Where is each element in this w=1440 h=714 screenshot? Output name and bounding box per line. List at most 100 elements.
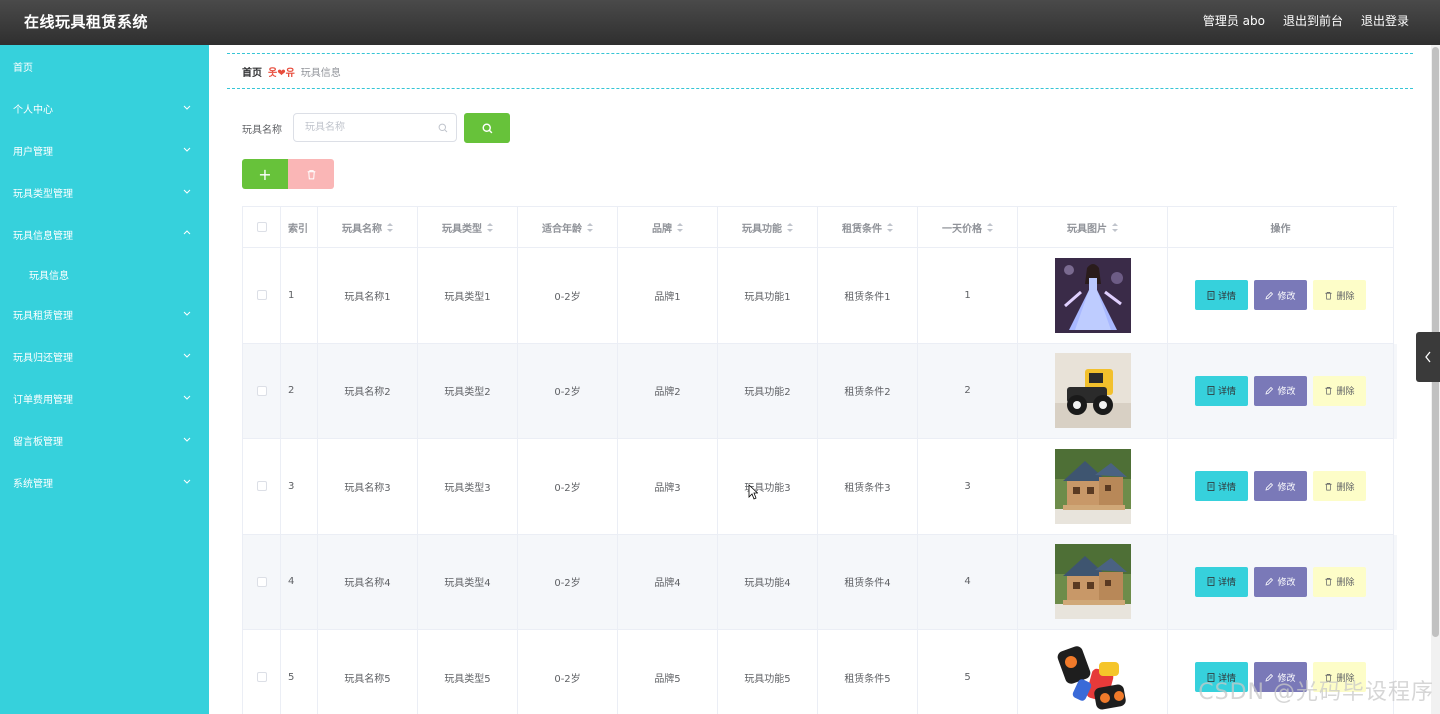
edit-button[interactable]: 修改 bbox=[1254, 566, 1307, 597]
delete-button[interactable]: 删除 bbox=[1313, 280, 1366, 311]
cell-rental-condition: 租赁条件5 bbox=[818, 630, 918, 714]
delete-button[interactable]: 删除 bbox=[1313, 566, 1366, 597]
cell-operations: 详情 修改 删除 bbox=[1168, 248, 1394, 344]
cell-toy-type: 玩具类型4 bbox=[418, 534, 518, 630]
sort-icon[interactable] bbox=[1112, 222, 1118, 232]
sidebar-item-toy-type-management[interactable]: 玩具类型管理 bbox=[0, 171, 209, 213]
sidebar-item-message-board-management[interactable]: 留言板管理 bbox=[0, 419, 209, 461]
header-toy-type[interactable]: 玩具类型 bbox=[418, 207, 518, 248]
detail-button[interactable]: 详情 bbox=[1195, 280, 1248, 311]
edit-icon bbox=[1265, 291, 1274, 300]
toy-thumbnail[interactable] bbox=[1054, 544, 1131, 620]
batch-delete-button[interactable] bbox=[288, 159, 334, 189]
cell-age: 0-2岁 bbox=[518, 343, 618, 439]
sidebar-item-toy-info-management[interactable]: 玩具信息管理 bbox=[0, 213, 209, 255]
chevron-up-icon bbox=[183, 230, 191, 235]
cell-operations: 详情 修改 删除 bbox=[1168, 343, 1394, 439]
toy-thumbnail[interactable] bbox=[1054, 448, 1131, 524]
header-toy-name[interactable]: 玩具名称 bbox=[318, 207, 418, 248]
sidebar-item-user-management[interactable]: 用户管理 bbox=[0, 129, 209, 171]
cell-index: 2 bbox=[281, 343, 318, 439]
table-body: 1 玩具名称1 玩具类型1 0-2岁 品牌1 玩具功能1 租赁条件1 1 详情 修改 删除 2 玩具名称… bbox=[243, 248, 1397, 714]
edit-button[interactable]: 修改 bbox=[1254, 280, 1307, 311]
cell-toy-image bbox=[1018, 248, 1168, 344]
sort-icon[interactable] bbox=[787, 222, 793, 232]
delete-button[interactable]: 删除 bbox=[1313, 471, 1366, 502]
select-cell bbox=[243, 534, 281, 630]
select-all-checkbox[interactable] bbox=[256, 222, 267, 232]
delete-button[interactable]: 删除 bbox=[1313, 375, 1366, 406]
detail-button[interactable]: 详情 bbox=[1195, 471, 1248, 502]
trash-icon bbox=[307, 169, 315, 179]
sidebar-item-order-fee-management[interactable]: 订单费用管理 bbox=[0, 377, 209, 419]
sort-icon[interactable] bbox=[677, 222, 683, 232]
add-button[interactable]: + bbox=[242, 159, 288, 189]
sort-icon[interactable] bbox=[487, 222, 493, 232]
chevron-down-icon bbox=[183, 479, 191, 484]
sidebar-item-label: 用户管理 bbox=[13, 146, 53, 158]
chevron-left-icon bbox=[1425, 351, 1431, 363]
cell-toy-name: 玩具名称1 bbox=[318, 248, 418, 344]
header-age[interactable]: 适合年龄 bbox=[518, 207, 618, 248]
cell-toy-type: 玩具类型1 bbox=[418, 248, 518, 344]
trash-icon bbox=[1325, 578, 1333, 586]
cell-index: 4 bbox=[281, 534, 318, 630]
sort-icon[interactable] bbox=[387, 222, 393, 232]
row-checkbox[interactable] bbox=[256, 576, 267, 587]
header-label: 适合年龄 bbox=[542, 223, 582, 235]
header-label: 操作 bbox=[1270, 223, 1291, 235]
edit-button[interactable]: 修改 bbox=[1254, 471, 1307, 502]
cell-toy-name: 玩具名称3 bbox=[318, 439, 418, 535]
trash-icon bbox=[1325, 291, 1333, 300]
delete-label: 删除 bbox=[1336, 291, 1355, 302]
edit-button[interactable]: 修改 bbox=[1254, 375, 1307, 406]
breadcrumb-home[interactable]: 首页 bbox=[242, 64, 262, 79]
header-label: 索引 bbox=[288, 223, 308, 235]
cell-rental-condition: 租赁条件4 bbox=[818, 534, 918, 630]
edit-label: 修改 bbox=[1277, 578, 1296, 589]
header-brand[interactable]: 品牌 bbox=[618, 207, 718, 248]
sort-icon[interactable] bbox=[587, 222, 593, 232]
toy-thumbnail[interactable] bbox=[1054, 257, 1131, 333]
logout-link[interactable]: 退出登录 bbox=[1361, 12, 1409, 29]
sidebar-item-personal-center[interactable]: 个人中心 bbox=[0, 87, 209, 129]
edit-label: 修改 bbox=[1277, 291, 1296, 302]
side-panel-toggle[interactable] bbox=[1416, 332, 1440, 382]
chevron-down-icon bbox=[183, 311, 191, 316]
sort-icon[interactable] bbox=[987, 222, 993, 232]
row-actions: 详情 修改 删除 bbox=[1195, 280, 1366, 311]
row-checkbox[interactable] bbox=[256, 672, 267, 683]
detail-button[interactable]: 详情 bbox=[1195, 375, 1248, 406]
sidebar-item-system-management[interactable]: 系统管理 bbox=[0, 461, 209, 503]
row-checkbox[interactable] bbox=[256, 290, 267, 301]
trash-icon bbox=[1325, 482, 1333, 491]
sidebar-item-toy-rental-management[interactable]: 玩具租赁管理 bbox=[0, 293, 209, 335]
sidebar-item-label: 玩具信息 bbox=[29, 270, 69, 282]
sidebar-item-toy-return-management[interactable]: 玩具归还管理 bbox=[0, 335, 209, 377]
row-checkbox[interactable] bbox=[256, 481, 267, 492]
table-row: 1 玩具名称1 玩具类型1 0-2岁 品牌1 玩具功能1 租赁条件1 1 详情 修改 删除 bbox=[243, 248, 1397, 344]
sidebar-item-toy-info[interactable]: 玩具信息 bbox=[0, 253, 209, 295]
cell-toy-name: 玩具名称5 bbox=[318, 630, 418, 714]
header-rental-condition[interactable]: 租赁条件 bbox=[818, 207, 918, 248]
header-daily-price[interactable]: 一天价格 bbox=[918, 207, 1018, 248]
sidebar-item-home[interactable]: 首页 bbox=[0, 45, 209, 87]
toy-thumbnail[interactable] bbox=[1054, 639, 1131, 714]
detail-button[interactable]: 详情 bbox=[1195, 566, 1248, 597]
exit-to-front-link[interactable]: 退出到前台 bbox=[1283, 12, 1343, 29]
cell-toy-image bbox=[1018, 630, 1168, 714]
row-checkbox[interactable] bbox=[256, 385, 267, 396]
cell-operations: 详情 修改 删除 bbox=[1168, 534, 1394, 630]
toy-thumbnail[interactable] bbox=[1054, 353, 1131, 429]
select-cell bbox=[243, 343, 281, 439]
header-index: 索引 bbox=[281, 207, 318, 248]
sort-icon[interactable] bbox=[887, 222, 893, 232]
header-toy-image[interactable]: 玩具图片 bbox=[1018, 207, 1168, 248]
header-function[interactable]: 玩具功能 bbox=[718, 207, 818, 248]
table-row: 2 玩具名称2 玩具类型2 0-2岁 品牌2 玩具功能2 租赁条件2 2 详情 修改 删除 bbox=[243, 343, 1397, 439]
cell-function: 玩具功能5 bbox=[718, 630, 818, 714]
search-button[interactable] bbox=[464, 113, 510, 143]
table-row: 3 玩具名称3 玩具类型3 0-2岁 品牌3 玩具功能3 租赁条件3 3 详情 修改 删除 bbox=[243, 439, 1397, 535]
search-input[interactable] bbox=[294, 114, 424, 141]
admin-label: 管理员 abo bbox=[1202, 14, 1265, 28]
